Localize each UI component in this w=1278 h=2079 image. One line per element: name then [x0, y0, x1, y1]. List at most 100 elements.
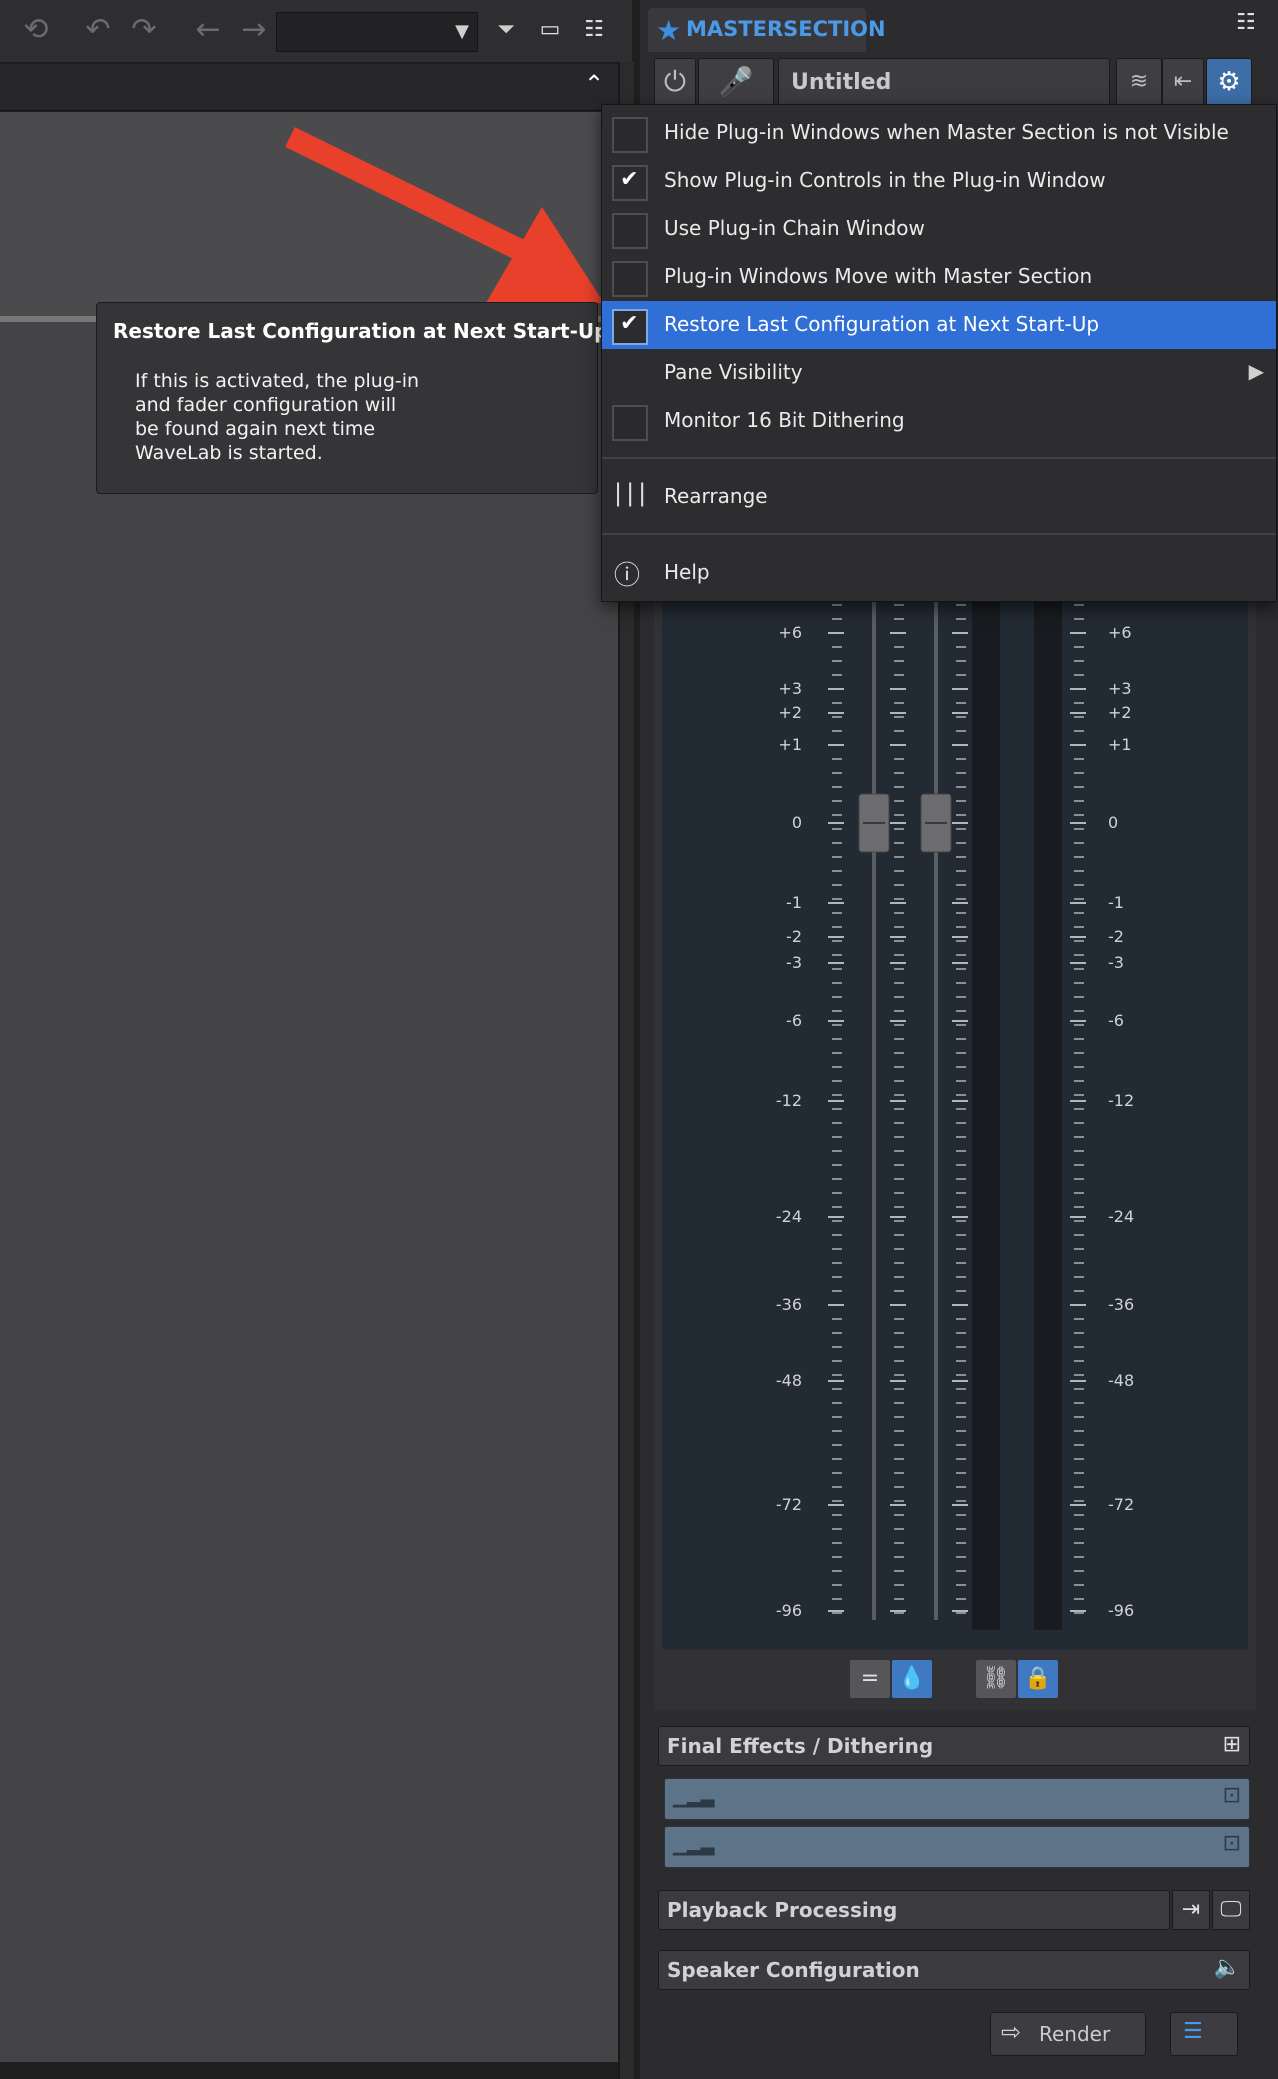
minor-tick [894, 730, 904, 732]
chain-icon[interactable]: ⛓ [976, 1660, 1016, 1698]
minor-tick [1074, 954, 1084, 956]
minor-tick [832, 716, 842, 718]
minor-tick [832, 1542, 842, 1544]
menu-item-show-plugin-controls[interactable]: ✔ Show Plug-in Controls in the Plug-in W… [602, 157, 1276, 205]
scale-label-right: -36 [1108, 1295, 1134, 1314]
menu-item-help[interactable]: ⓘ Help [602, 549, 1276, 597]
master-section-tab[interactable]: ★ MASTERSECTION [648, 8, 886, 52]
minor-tick [956, 1108, 966, 1110]
final-effects-section[interactable]: Final Effects / Dithering ⊞ [658, 1726, 1250, 1766]
output-format-button[interactable]: ☰ [1170, 2012, 1238, 2056]
minor-tick [894, 884, 904, 886]
redo-icon[interactable]: ↷ [126, 12, 162, 48]
effect-slot-1[interactable]: ▁▂▃ ⊡ [664, 1778, 1250, 1820]
checkbox[interactable]: ✔ [612, 309, 648, 345]
collapse-left-icon[interactable]: ⇤ [1162, 58, 1204, 106]
menu-item-restore-last-configuration[interactable]: ✔ Restore Last Configuration at Next Sta… [602, 301, 1276, 349]
minor-tick [832, 912, 842, 914]
menu-item-label: Help [664, 560, 710, 584]
minor-tick [1074, 1500, 1084, 1502]
chevron-up-icon[interactable]: ⌃ [584, 70, 604, 98]
microphone-icon[interactable]: 🎤 [698, 58, 774, 106]
playback-processing-section[interactable]: Playback Processing [658, 1890, 1170, 1930]
grid-icon[interactable]: ⊞ [1223, 1732, 1241, 1757]
minor-tick [956, 730, 966, 732]
major-tick [1070, 1504, 1086, 1506]
effect-slot-2[interactable]: ▁▂▃ ⊡ [664, 1826, 1250, 1868]
monitor-icon[interactable]: 🖵 [1212, 1890, 1250, 1930]
arrow-left-icon[interactable]: ← [190, 12, 226, 48]
major-tick [890, 1304, 906, 1306]
power-icon[interactable]: ⏻ [654, 58, 696, 106]
major-tick [1070, 744, 1086, 746]
bypass-icon[interactable]: ⊡ [1223, 1783, 1241, 1808]
preset-field[interactable]: Untitled [778, 58, 1110, 106]
major-tick [952, 962, 968, 964]
lock-icon[interactable]: 🔒 [1018, 1660, 1058, 1698]
scale-label-right: -96 [1108, 1601, 1134, 1620]
major-tick [890, 962, 906, 964]
checkbox[interactable]: ✔ [612, 165, 648, 201]
bypass-icon[interactable]: ⊡ [1223, 1831, 1241, 1856]
menu-item-pane-visibility[interactable]: Pane Visibility ▶ [602, 349, 1276, 397]
minor-tick [956, 758, 966, 760]
major-tick [952, 1020, 968, 1022]
render-button[interactable]: ⇨ Render [990, 2012, 1146, 2056]
checkbox[interactable] [612, 405, 648, 441]
minor-tick [956, 1164, 966, 1166]
minor-tick [894, 1094, 904, 1096]
refresh-icon[interactable]: ⟲ [18, 12, 54, 48]
link-faders-icon[interactable]: = [850, 1660, 890, 1698]
insert-icon[interactable]: ⇥ [1172, 1890, 1210, 1930]
menu-item-monitor-dithering[interactable]: Monitor 16 Bit Dithering [602, 397, 1276, 445]
menu-item-rearrange[interactable]: ||| Rearrange [602, 473, 1276, 521]
collapse-icon[interactable]: ⏷ [488, 12, 524, 48]
preset-icon[interactable]: ≋ [1116, 58, 1162, 106]
minor-tick [894, 870, 904, 872]
scale-label-right: +2 [1108, 703, 1132, 722]
menu-item-hide-plugin-windows[interactable]: Hide Plug-in Windows when Master Section… [602, 109, 1276, 157]
checkbox[interactable] [612, 213, 648, 249]
minor-tick [956, 814, 966, 816]
settings-menu: Hide Plug-in Windows when Master Section… [601, 104, 1277, 602]
scale-label-left: -3 [786, 953, 802, 972]
drop-icon[interactable]: 💧 [892, 1660, 932, 1698]
checkbox[interactable] [612, 117, 648, 153]
gear-icon[interactable]: ⚙ [1206, 58, 1252, 106]
minor-tick [832, 660, 842, 662]
minor-tick [894, 1500, 904, 1502]
minor-tick [956, 1206, 966, 1208]
major-tick [890, 688, 906, 690]
speaker-configuration-section[interactable]: Speaker Configuration 🔈 [658, 1950, 1250, 1990]
panel-layout-icon[interactable]: ☷ [1236, 10, 1256, 35]
render-icon: ⇨ [1001, 2018, 1022, 2046]
minor-tick [1074, 1220, 1084, 1222]
major-tick [828, 1504, 844, 1506]
major-tick [952, 1100, 968, 1102]
toolbar-combo[interactable]: ▼ [276, 12, 478, 52]
minor-tick [956, 1136, 966, 1138]
checkbox[interactable] [612, 261, 648, 297]
arrow-right-icon[interactable]: → [236, 12, 272, 48]
scale-label-right: +1 [1108, 735, 1132, 754]
menu-item-use-plugin-chain-window[interactable]: Use Plug-in Chain Window [602, 205, 1276, 253]
major-tick [828, 688, 844, 690]
minor-tick [832, 1038, 842, 1040]
minor-tick [1074, 870, 1084, 872]
minor-tick [832, 1052, 842, 1054]
menu-item-plugin-windows-move[interactable]: Plug-in Windows Move with Master Section [602, 253, 1276, 301]
minor-tick [894, 1276, 904, 1278]
minor-tick [894, 842, 904, 844]
fader-knob-line [863, 822, 885, 824]
window-icon[interactable]: ▭ [532, 12, 568, 48]
minor-tick [1074, 1416, 1084, 1418]
minor-tick [956, 898, 966, 900]
minor-tick [1074, 898, 1084, 900]
speaker-icon[interactable]: 🔈 [1214, 1955, 1241, 1980]
minor-tick [832, 1612, 842, 1614]
minor-tick [1074, 1206, 1084, 1208]
undo-icon[interactable]: ↶ [80, 12, 116, 48]
minor-tick [832, 1374, 842, 1376]
minor-tick [832, 646, 842, 648]
layout-icon[interactable]: ☷ [576, 12, 612, 48]
